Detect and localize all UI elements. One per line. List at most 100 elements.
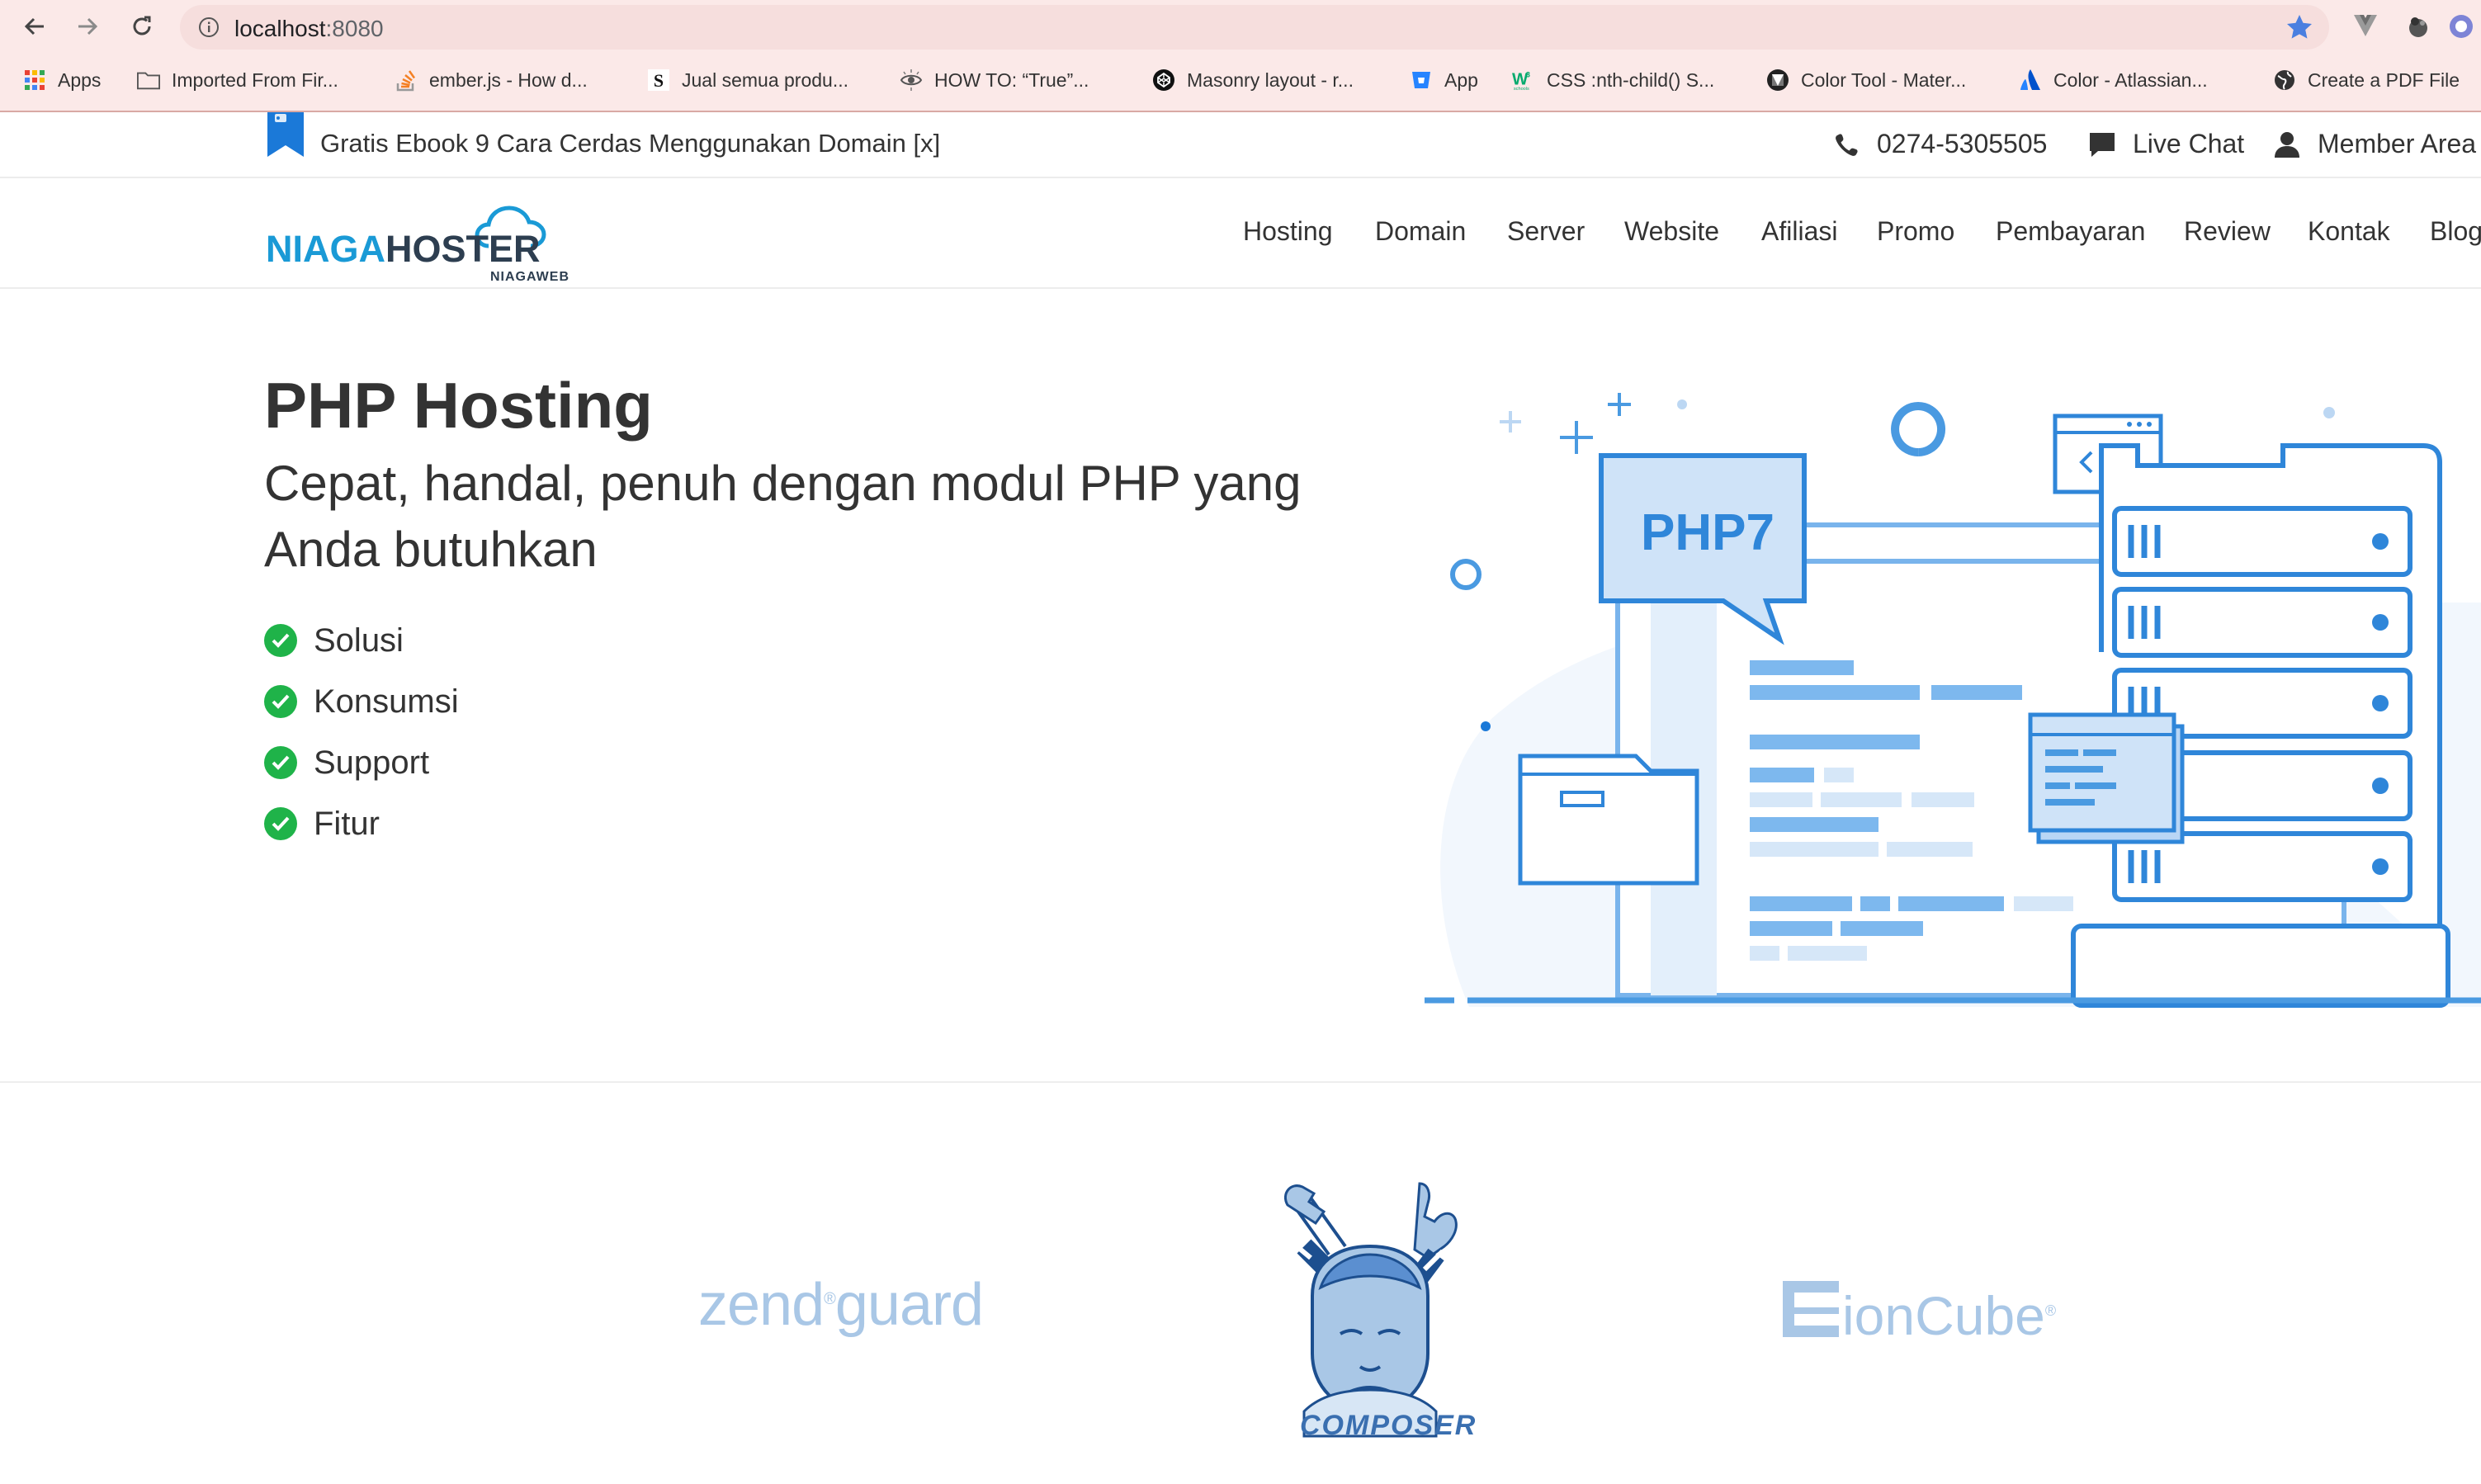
svg-text:3: 3 [1526,70,1530,78]
nav-server[interactable]: Server [1507,216,1585,247]
bookmark-jual[interactable]: S Jual semua produ... [647,61,848,99]
feature-item: Support [264,740,429,786]
bookmark-star-icon[interactable] [2285,12,2314,42]
atlassian-icon [2019,69,2042,92]
extension-profile-icon[interactable] [2448,13,2474,40]
bookmark-label: Color - Atlassian... [2053,69,2208,91]
nav-hosting[interactable]: Hosting [1243,216,1333,247]
feature-label: Fitur [314,805,380,842]
codepen-icon [1152,69,1175,92]
bookmark-nthchild[interactable]: W 3 schools CSS :nth-child() S... [1512,61,1714,99]
bookmark-label: CSS :nth-child() S... [1547,69,1715,91]
address-bar[interactable]: localhost:8080 [180,5,2329,50]
zend-guard-logo: zend®guard [698,1271,984,1339]
info-icon[interactable] [198,17,220,38]
member-area-link[interactable]: Member Area [2273,129,2476,159]
nav-pembayaran[interactable]: Pembayaran [1996,216,2145,247]
bookmark-label: Color Tool - Mater... [1801,69,1967,91]
php-server-illustration: PHP7 [1425,393,2481,1008]
promo-link[interactable]: Gratis Ebook 9 Cara Cerdas Menggunakan D… [320,129,940,158]
bitbucket-icon [1410,69,1433,92]
nav-website[interactable]: Website [1624,216,1719,247]
live-chat-link[interactable]: Live Chat [2088,129,2244,159]
folder-icon [137,69,160,92]
nav-kontak[interactable]: Kontak [2308,216,2390,247]
phone-number: 0274-5305505 [1877,129,2048,158]
bookmark-ribbon-icon [266,112,305,158]
bookmark-label: App [1444,69,1478,91]
nav-promo[interactable]: Promo [1877,216,1954,247]
top-info-bar: Gratis Ebook 9 Cara Cerdas Menggunakan D… [0,112,2481,178]
svg-text:S: S [654,70,664,91]
feature-item: Fitur [264,801,380,847]
phone-contact[interactable]: 0274-5305505 [1834,129,2047,159]
bookmark-label: Imported From Fir... [172,69,338,91]
niagahoster-logo[interactable]: NIAGAHOSTER NIAGAWEB [266,195,579,286]
nav-review[interactable]: Review [2184,216,2271,247]
eye-icon [900,69,923,92]
bookmark-emberjs[interactable]: ember.js - How d... [395,61,588,99]
nav-domain[interactable]: Domain [1375,216,1466,247]
feature-item: Konsumsi [264,678,459,725]
feature-label: Support [314,744,430,781]
logo-tagline: NIAGAWEB [490,270,569,284]
bookmarks-bar: Apps Imported From Fir... ember.js - How… [0,61,2481,99]
main-navigation: NIAGAHOSTER NIAGAWEB Hosting Domain Serv… [0,178,2481,289]
check-circle-icon [264,685,297,718]
feature-item: Solusi [264,617,404,664]
bookmark-apps[interactable]: Apps [23,61,101,99]
bookmark-app[interactable]: App [1410,61,1478,99]
browser-chrome: localhost:8080 Apps Imported From Fir...… [0,0,2481,112]
svg-text:schools: schools [1514,87,1529,92]
url-host: localhost [234,16,326,41]
logo-name-part1: NIAGA [266,228,385,270]
back-button[interactable] [18,10,51,43]
nav-afiliasi[interactable]: Afiliasi [1761,216,1837,247]
ioncube-registered-mark: ® [2044,1302,2057,1319]
feature-label: Konsumsi [314,683,459,720]
bookmark-masonry[interactable]: Masonry layout - r... [1152,61,1354,99]
guard-text: guard [834,1272,984,1338]
material-icon [1766,69,1789,92]
ioncube-cube-icon [1783,1281,1839,1337]
forward-button[interactable] [71,10,104,43]
reload-button[interactable] [125,10,158,43]
hero-subtitle: Cepat, handal, penuh dengan modul PHP ya… [264,456,1302,577]
extension-vue-icon[interactable] [2352,13,2379,38]
bookmark-createpdf[interactable]: Create a PDF File [2273,61,2460,99]
apps-grid-icon [23,69,46,92]
bookmark-label: Apps [58,69,102,91]
ioncube-logo: ionCube® [1842,1284,2056,1347]
composer-wordmark: COMPOSER [1300,1410,1477,1441]
feature-label: Solusi [314,621,404,659]
check-circle-icon [264,807,297,840]
user-icon [2273,130,2301,158]
phone-icon [1834,131,1860,158]
bookmark-imported[interactable]: Imported From Fir... [137,61,338,99]
url-port: :8080 [325,16,384,41]
nav-blog[interactable]: Blog [2430,216,2481,247]
forward-arrow-icon [75,14,100,39]
bookmark-label: ember.js - How d... [429,69,588,91]
composer-logo [1283,1182,1458,1438]
stackoverflow-icon [395,69,418,92]
bookmark-label: Create a PDF File [2308,69,2460,91]
logo-name-part2: HOSTER [385,228,541,270]
bookmark-atlassian[interactable]: Color - Atlassian... [2019,61,2208,99]
php7-label: PHP7 [1641,504,1775,561]
extension-ember-icon[interactable] [2405,13,2431,40]
section-divider [0,1081,2481,1083]
bookmark-label: Jual semua produ... [682,69,849,91]
globe-icon [2273,69,2296,92]
back-arrow-icon [22,14,47,39]
bookmark-colortool[interactable]: Color Tool - Mater... [1766,61,1966,99]
s-logo-icon: S [647,69,670,92]
ioncube-text: ionCube [1842,1285,2045,1346]
check-circle-icon [264,746,297,779]
bookmark-label: HOW TO: “True”... [934,69,1089,91]
bookmark-howto[interactable]: HOW TO: “True”... [900,61,1089,99]
check-circle-icon [264,624,297,657]
page-title: PHP Hosting [264,369,653,442]
member-area-label: Member Area [2318,129,2477,158]
url-text[interactable]: localhost:8080 [234,16,384,42]
